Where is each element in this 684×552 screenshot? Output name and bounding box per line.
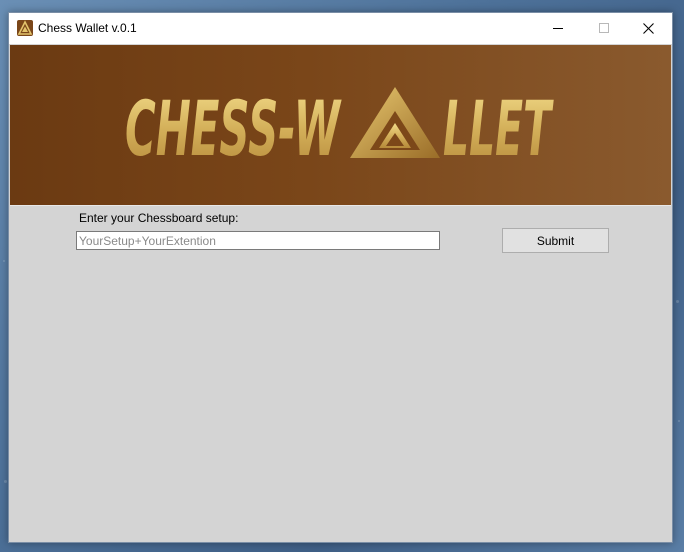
title-bar[interactable]: Chess Wallet v.0.1 [9, 13, 672, 44]
close-icon [643, 22, 654, 34]
submit-button[interactable]: Submit [502, 228, 609, 253]
banner-divider [10, 205, 671, 206]
close-button[interactable] [626, 13, 671, 43]
setup-input[interactable] [76, 231, 440, 250]
maximize-icon [598, 23, 609, 33]
logo-text-right: LLET [443, 84, 554, 173]
logo-text-left: CHESS-W [125, 84, 342, 173]
banner: CHESS-W LLET [10, 45, 671, 205]
setup-label: Enter your Chessboard setup: [79, 211, 239, 225]
app-window: Chess Wallet v.0.1 CHESS-W LLET Enter yo… [8, 12, 673, 543]
maximize-button[interactable] [581, 13, 626, 43]
window-title: Chess Wallet v.0.1 [38, 21, 137, 35]
banner-logo: CHESS-W LLET [125, 84, 554, 173]
app-icon [17, 20, 33, 36]
triangle-a-logo [350, 87, 440, 158]
minimize-button[interactable] [535, 13, 580, 43]
minimize-icon [552, 28, 563, 29]
